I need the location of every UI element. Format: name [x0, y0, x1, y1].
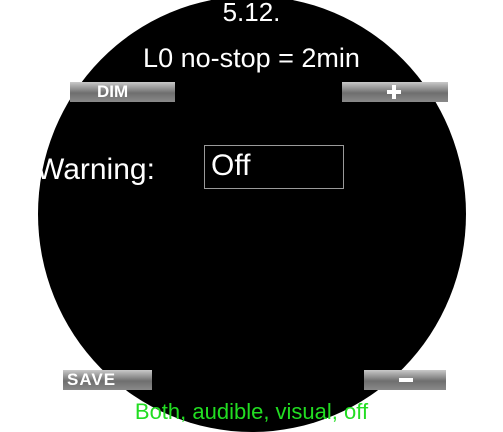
decrease-button[interactable]	[364, 370, 446, 390]
page-title: L0 no-stop = 2min	[143, 43, 360, 73]
minus-icon	[399, 378, 413, 382]
increase-button[interactable]	[342, 82, 448, 102]
options-hint: Both, audible, visual, off	[134, 399, 369, 424]
menu-number: 5.12.	[222, 0, 281, 27]
save-button-label: SAVE	[67, 370, 117, 389]
save-button[interactable]: SAVE	[63, 370, 152, 390]
warning-label: Warning:	[36, 153, 155, 186]
plus-icon	[387, 85, 401, 99]
dim-button[interactable]: DIM	[70, 82, 175, 102]
warning-value-field[interactable]: Off	[204, 145, 344, 189]
dim-button-label: DIM	[97, 82, 129, 101]
